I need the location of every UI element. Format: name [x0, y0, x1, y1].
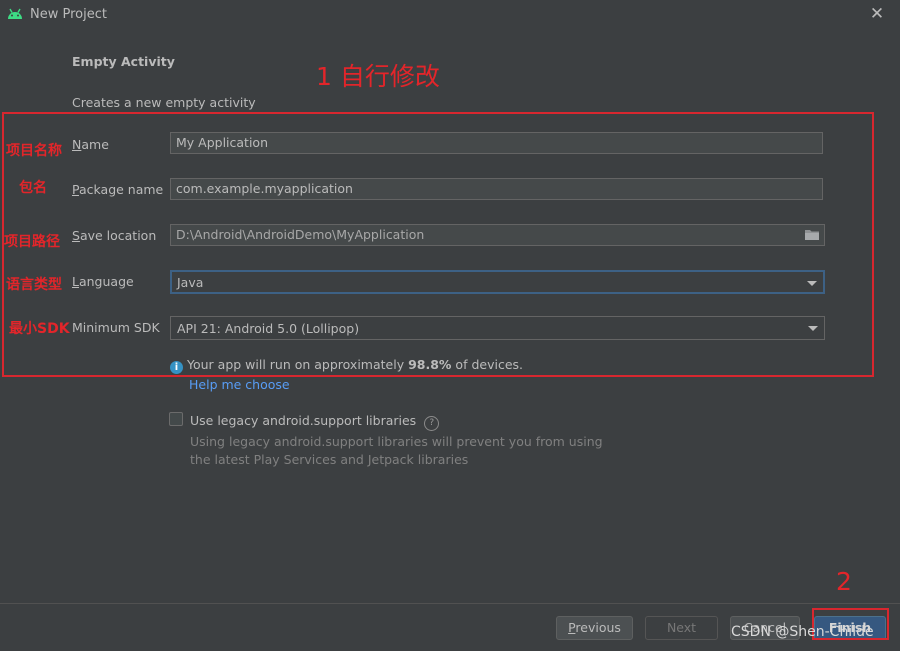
next-button[interactable]: Next	[645, 616, 718, 640]
annotation-project-name: 项目名称	[6, 143, 62, 159]
previous-button[interactable]: Previous	[556, 616, 633, 640]
watermark: CSDN @Shen-Childe	[731, 624, 874, 640]
help-me-choose-link[interactable]: Help me choose	[189, 377, 290, 392]
name-field[interactable]: My Application	[170, 132, 823, 154]
minimum-sdk-select[interactable]: API 21: Android 5.0 (Lollipop)	[170, 316, 825, 340]
android-icon	[8, 8, 22, 19]
annotation-min-sdk: 最小SDK	[9, 321, 70, 337]
legacy-support-checkbox[interactable]	[169, 412, 183, 426]
window-title: New Project	[30, 7, 107, 22]
language-label: Language	[72, 274, 134, 289]
page-title: Empty Activity	[72, 54, 175, 69]
save-location-label: Save location	[72, 228, 157, 243]
annotation-step-2: 2	[836, 567, 852, 596]
legacy-support-description: Using legacy android.support libraries w…	[190, 434, 603, 467]
close-icon[interactable]: ✕	[866, 4, 888, 24]
legacy-support-label[interactable]: Use legacy android.support libraries?	[190, 413, 440, 431]
title-bar: New Project ✕	[0, 0, 900, 29]
annotation-step-1: 1 自行修改	[316, 62, 440, 91]
minimum-sdk-value: API 21: Android 5.0 (Lollipop)	[177, 321, 360, 336]
annotation-language-type: 语言类型	[6, 277, 62, 293]
name-label: Name	[72, 137, 109, 152]
annotation-package-name: 包名	[19, 180, 47, 196]
language-select[interactable]: Java	[170, 270, 825, 294]
coverage-percent: 98.8%	[408, 357, 452, 372]
folder-icon[interactable]	[804, 228, 820, 241]
package-name-field[interactable]: com.example.myapplication	[170, 178, 823, 200]
info-icon: i	[170, 361, 183, 374]
page-subtitle: Creates a new empty activity	[72, 95, 256, 110]
save-location-value: D:\Android\AndroidDemo\MyApplication	[176, 227, 425, 242]
minimum-sdk-label: Minimum SDK	[72, 320, 160, 335]
chevron-down-icon	[808, 326, 818, 331]
package-name-label: Package name	[72, 182, 164, 197]
help-icon[interactable]: ?	[424, 416, 440, 431]
device-coverage-info: i Your app will run on approximately 98.8…	[170, 357, 523, 374]
annotation-project-path: 项目路径	[4, 234, 60, 250]
chevron-down-icon	[807, 281, 817, 286]
save-location-field[interactable]: D:\Android\AndroidDemo\MyApplication	[170, 224, 825, 246]
language-value: Java	[177, 275, 204, 290]
